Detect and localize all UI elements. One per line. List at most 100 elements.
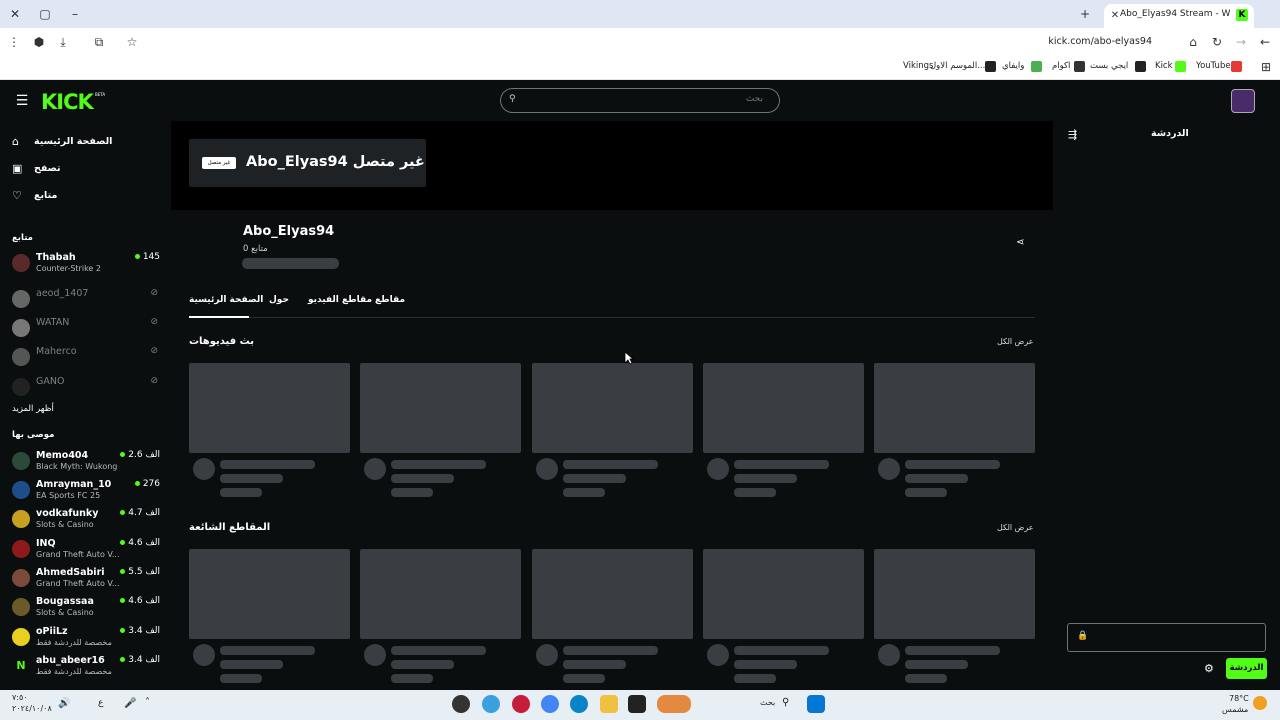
download-icon[interactable]: ⤓ [56,35,70,49]
following-channel[interactable]: aeod_1407 ⊘ [12,288,162,316]
app-icon[interactable] [452,695,470,713]
home-icon[interactable]: ⌂ [1186,35,1200,49]
youtube-icon [1231,61,1242,72]
close-tab-icon[interactable]: ✕ [1110,9,1120,23]
video-card-placeholder[interactable] [189,363,350,453]
clip-card-placeholder[interactable] [189,549,350,639]
minimize-window-icon[interactable]: – [68,7,82,21]
taskbar-search-label[interactable]: بحث [760,698,775,707]
recommended-channel[interactable]: oPiiLz مخصصة للدردشة فقط 3.4 الف [12,626,162,654]
kick-logo[interactable]: KICK [41,90,94,114]
recommended-section-label: موصى بها [12,430,55,440]
back-icon[interactable]: ← [1258,35,1272,49]
search-bar[interactable]: ⚲ [500,88,780,113]
skeleton-avatar [536,458,558,480]
user-avatar[interactable] [1231,89,1255,113]
tab-home[interactable]: الصفحة الرئيسية [189,295,263,305]
bookmark-kick[interactable]: Kick [1155,61,1173,71]
view-all-videos-link[interactable]: عرض الكل [997,337,1034,346]
following-channel[interactable]: WATAN ⊘ [12,317,162,345]
close-window-icon[interactable]: ✕ [8,7,22,21]
recommended-channel[interactable]: Memo404 Black Myth: Wukong 2.6 الف [12,450,162,478]
new-tab-icon[interactable]: + [1078,7,1092,21]
show-more-link[interactable]: أظهر المزيد [12,404,54,414]
live-dot-icon [120,628,126,633]
collapse-chat-icon[interactable]: ⇶ [1068,128,1077,141]
skeleton-line [905,674,947,683]
gear-icon[interactable]: ⚙ [1204,662,1214,675]
app-icon[interactable] [628,695,646,713]
menu-dots-icon[interactable]: ⋮ [8,35,20,49]
recommended-channel[interactable]: INQ Grand Theft Auto V... 4.6 الف [12,538,162,566]
hamburger-menu-icon[interactable]: ☰ [14,94,30,108]
video-card-placeholder[interactable] [532,363,693,453]
language-icon[interactable]: ع [98,698,103,708]
browse-icon: ▣ [12,162,23,175]
chat-send-button[interactable]: الدردشة [1226,658,1267,679]
bookmark-vikings[interactable]: Vikings [903,61,934,71]
clip-card-placeholder[interactable] [703,549,864,639]
extension-icon[interactable]: ⬢ [32,35,46,49]
channel-name: GANO [36,376,65,387]
windows-start-icon[interactable] [807,695,825,713]
tab-clips[interactable]: مقاطع [375,295,405,305]
share-icon[interactable]: ⋖ [1016,237,1024,248]
bookmark-wifi[interactable]: وايفاي [1002,61,1024,71]
bookmark-akoam[interactable]: اكوام [1052,61,1070,71]
skeleton-avatar [364,644,386,666]
clip-card-placeholder[interactable] [532,549,693,639]
puzzle-icon[interactable]: ⧉ [92,35,106,49]
microphone-icon[interactable]: 🎤 [124,698,136,709]
recommended-channel[interactable]: vodkafunky Slots & Casino 4.7 الف [12,508,162,536]
view-all-clips-link[interactable]: عرض الكل [997,523,1034,532]
tab-videos[interactable]: مقاطع الفيديو [308,295,372,305]
recommended-channel[interactable]: Amrayman_10 EA Sports FC 25 276 [12,479,162,507]
app-icon[interactable] [512,695,530,713]
clip-card-placeholder[interactable] [874,549,1035,639]
skeleton-line [905,460,1000,469]
video-card-placeholder[interactable] [360,363,521,453]
offline-badge: غير متصل [202,157,236,169]
avatar [12,290,30,308]
tabs-divider [189,317,1035,318]
recommended-channel[interactable]: AhmedSabiri Grand Theft Auto V... 5.5 ال… [12,567,162,595]
sidebar-item-following[interactable]: متابع [34,190,57,201]
sidebar-item-home[interactable]: الصفحة الرئيسية [34,136,112,147]
search-icon[interactable]: ⚲ [782,697,789,708]
forward-icon[interactable]: → [1234,35,1248,49]
recommended-channel[interactable]: Bougassaa Slots & Casino 4.6 الف [12,596,162,624]
search-input[interactable] [523,94,763,104]
app-icon[interactable] [482,695,500,713]
bookmark-season[interactable]: الموسم الاول... [930,61,985,71]
address-bar[interactable]: kick.com/abo-elyas94 [1048,36,1152,47]
browser-tab[interactable]: ✕ Abo_Elyas94 Stream - Watch Li K [1104,4,1254,28]
search-highlight-icon[interactable] [657,695,691,713]
following-channel[interactable]: GANO ⊘ [12,376,162,404]
apps-grid-icon[interactable]: ⊞ [1259,60,1273,74]
chat-input[interactable] [1067,623,1266,652]
bookmark-youtube[interactable]: YouTube [1196,61,1231,71]
tab-about[interactable]: حول [269,295,289,305]
file-explorer-icon[interactable] [600,695,618,713]
avatar [12,628,30,646]
reload-icon[interactable]: ↻ [1210,35,1224,49]
chrome-icon[interactable] [541,695,559,713]
chevron-up-icon[interactable]: ˄ [145,697,150,708]
following-channel[interactable]: Maherco ⊘ [12,346,162,374]
star-icon[interactable]: ☆ [125,35,139,49]
channel-name: Memo404 [36,450,89,461]
following-channel[interactable]: Thabah Counter-Strike 2 145 [12,252,162,280]
video-card-placeholder[interactable] [703,363,864,453]
skeleton-line [391,488,433,497]
video-card-placeholder[interactable] [874,363,1035,453]
skeleton-line [391,660,454,669]
recommended-channel[interactable]: N abu_abeer16 مخصصة للدردشة فقط 3.4 الف [12,655,162,683]
clip-card-placeholder[interactable] [360,549,521,639]
edge-icon[interactable] [570,695,588,713]
speaker-icon[interactable]: 🔊 [58,698,70,709]
sidebar-item-browse[interactable]: تصفح [34,163,61,174]
restore-window-icon[interactable]: ▢ [38,7,52,21]
viewer-count: 3.4 الف [120,626,160,636]
bookmark-egybest[interactable]: ايجي بست [1090,61,1128,71]
channel-category: Black Myth: Wukong [36,462,118,471]
